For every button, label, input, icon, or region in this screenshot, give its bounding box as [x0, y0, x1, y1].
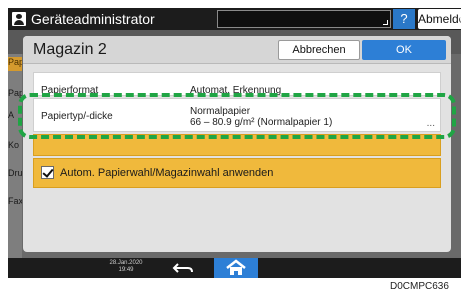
time-label: 19:49 — [118, 267, 134, 273]
ok-button[interactable]: OK — [362, 40, 446, 60]
background-tab-5: Dru — [8, 168, 22, 178]
figure-code: D0CMPC636 — [390, 281, 449, 292]
auto-select-label: Autom. Papierwahl/Magazinwahl anwenden — [60, 167, 274, 179]
logout-button[interactable]: Abmelden — [418, 9, 461, 29]
highlight-frame — [18, 93, 456, 139]
user-icon — [12, 12, 26, 26]
bottom-bar: 28.Jan.2020 19:49 — [8, 258, 461, 278]
background-tab-4: Ko — [8, 140, 20, 150]
help-button[interactable]: ? — [393, 9, 415, 29]
background-tab-6: Fax — [8, 196, 22, 206]
auto-select-checkbox[interactable] — [41, 166, 54, 179]
tray-dialog: Magazin 2 Abbrechen OK Papierformat Auto… — [23, 36, 451, 252]
screen: Geräteadministrator ? Abmelden Pap Pap A… — [0, 0, 461, 294]
message-area — [217, 10, 391, 28]
expand-corner-icon — [383, 20, 388, 25]
dialog-header: Magazin 2 Abbrechen OK — [23, 36, 451, 64]
back-button[interactable] — [168, 260, 198, 276]
home-icon — [226, 259, 246, 275]
back-arrow-icon — [172, 263, 193, 273]
background-tab-column — [8, 54, 22, 260]
home-button[interactable] — [214, 258, 258, 278]
top-bar: Geräteadministrator ? Abmelden — [8, 8, 461, 30]
auto-select-row[interactable]: Autom. Papierwahl/Magazinwahl anwenden — [33, 158, 441, 188]
dialog-title: Magazin 2 — [33, 41, 107, 58]
login-user-label: Geräteadministrator — [31, 11, 155, 27]
clock: 28.Jan.2020 19:49 — [106, 260, 146, 274]
cancel-button[interactable]: Abbrechen — [278, 40, 360, 60]
background-tab-1: Pap — [8, 57, 22, 71]
date-label: 28.Jan.2020 — [109, 260, 143, 266]
